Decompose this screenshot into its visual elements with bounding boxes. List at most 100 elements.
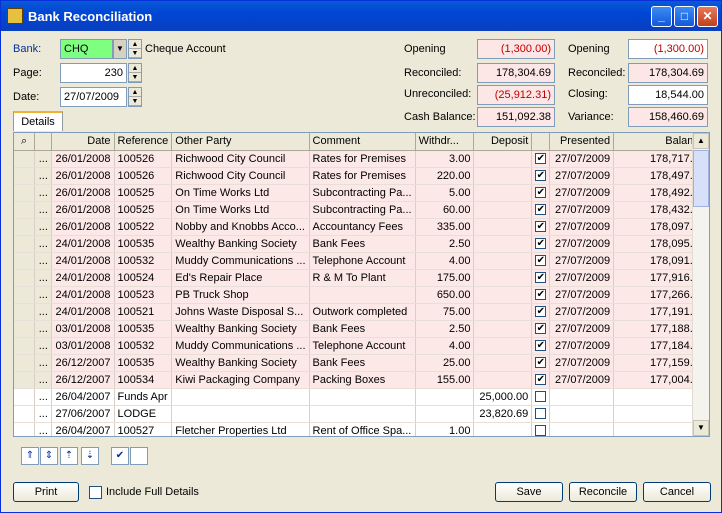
closing-balance-field[interactable]: 18,544.00	[628, 85, 708, 105]
presented-checkbox[interactable]: ✔	[535, 374, 547, 386]
row-selector[interactable]	[14, 269, 36, 287]
table-row[interactable]: ... 26/01/2008 100526 Richwood City Council…	[14, 167, 709, 185]
table-row[interactable]: ... 27/06/2007 LODGE 23,820.69	[14, 405, 709, 423]
presented-checkbox[interactable]: ✔	[535, 323, 547, 335]
row-selector[interactable]	[14, 371, 36, 389]
table-row[interactable]: ... 24/01/2008 100535 Wealthy Banking Socie…	[14, 235, 709, 253]
row-detail-button[interactable]: ...	[34, 320, 53, 338]
row-detail-button[interactable]: ...	[34, 150, 53, 168]
table-row[interactable]: ... 26/04/2007 100527 Fletcher Properties L…	[14, 422, 709, 436]
move-down-icon[interactable]: ⇡	[60, 447, 78, 465]
move-up-icon[interactable]: ⇕	[40, 447, 58, 465]
row-selector[interactable]	[14, 252, 36, 270]
row-detail-button[interactable]: ...	[34, 167, 53, 185]
presented-checkbox[interactable]: ✔	[535, 289, 547, 301]
row-selector[interactable]	[14, 388, 36, 406]
table-row[interactable]: ... 26/01/2008 100525 On Time Works Ltd Subc…	[14, 201, 709, 219]
row-detail-button[interactable]: ...	[34, 201, 53, 219]
row-detail-button[interactable]: ...	[34, 422, 53, 436]
table-row[interactable]: ... 24/01/2008 100532 Muddy Communications …	[14, 252, 709, 270]
date-field[interactable]: 27/07/2009	[60, 87, 127, 107]
tab-details[interactable]: Details	[13, 111, 63, 131]
uncheck-all-icon[interactable]	[130, 447, 148, 465]
save-button[interactable]: Save	[495, 482, 563, 502]
reconcile-button[interactable]: Reconcile	[569, 482, 637, 502]
date-spinner[interactable]: ▲ ▼	[128, 87, 142, 107]
row-selector[interactable]	[14, 320, 36, 338]
col-other-party[interactable]: Other Party	[171, 133, 310, 151]
presented-checkbox[interactable]: ✔	[535, 272, 547, 284]
row-detail-button[interactable]: ...	[34, 337, 53, 355]
col-date[interactable]: Date	[51, 133, 115, 151]
table-row[interactable]: ... 03/01/2008 100532 Muddy Communications …	[14, 337, 709, 355]
row-selector[interactable]	[14, 337, 36, 355]
maximize-button[interactable]: □	[674, 6, 695, 27]
col-comment[interactable]: Comment	[309, 133, 416, 151]
presented-checkbox[interactable]: ✔	[535, 221, 547, 233]
row-detail-button[interactable]: ...	[34, 252, 53, 270]
presented-checkbox[interactable]: ✔	[535, 187, 547, 199]
row-detail-button[interactable]: ...	[34, 388, 53, 406]
col-deposit[interactable]: Deposit	[473, 133, 533, 151]
scroll-up-icon[interactable]: ▲	[693, 133, 709, 149]
close-button[interactable]: ✕	[697, 6, 718, 27]
table-row[interactable]: ... 03/01/2008 100535 Wealthy Banking Socie…	[14, 320, 709, 338]
row-selector[interactable]	[14, 167, 36, 185]
table-row[interactable]: ... 24/01/2008 100523 PB Truck Shop 650.00 ✔ 2…	[14, 286, 709, 304]
table-row[interactable]: ... 26/04/2007 Funds Apr 25,000.00	[14, 388, 709, 406]
move-first-icon[interactable]: ⇑	[21, 447, 39, 465]
col-withdrawal[interactable]: Withdr...	[415, 133, 475, 151]
presented-checkbox[interactable]: ✔	[535, 153, 547, 165]
row-selector[interactable]	[14, 184, 36, 202]
presented-checkbox[interactable]: ✔	[535, 340, 547, 352]
row-detail-button[interactable]: ...	[34, 405, 53, 423]
cancel-button[interactable]: Cancel	[643, 482, 711, 502]
move-last-icon[interactable]: ⇣	[81, 447, 99, 465]
presented-checkbox[interactable]	[535, 425, 547, 436]
row-selector[interactable]	[14, 405, 36, 423]
presented-checkbox[interactable]: ✔	[535, 170, 547, 182]
row-detail-button[interactable]: ...	[34, 354, 53, 372]
col-reference[interactable]: Reference	[114, 133, 173, 151]
row-detail-button[interactable]: ...	[34, 269, 53, 287]
table-row[interactable]: ... 26/01/2008 100526 Richwood City Council…	[14, 150, 709, 168]
page-field[interactable]: 230	[60, 63, 127, 83]
row-selector[interactable]	[14, 201, 36, 219]
scroll-thumb[interactable]	[693, 150, 709, 207]
row-selector[interactable]	[14, 150, 36, 168]
table-row[interactable]: ... 24/01/2008 100521 Johns Waste Disposal …	[14, 303, 709, 321]
table-row[interactable]: ... 26/01/2008 100522 Nobby and Knobbs Acco…	[14, 218, 709, 236]
page-spinner[interactable]: ▲ ▼	[128, 63, 142, 83]
table-row[interactable]: ... 26/01/2008 100525 On Time Works Ltd Subc…	[14, 184, 709, 202]
scroll-down-icon[interactable]: ▼	[693, 420, 709, 436]
row-detail-button[interactable]: ...	[34, 286, 53, 304]
row-selector[interactable]	[14, 422, 36, 436]
row-selector[interactable]	[14, 354, 36, 372]
vertical-scrollbar[interactable]: ▲ ▼	[692, 133, 709, 436]
presented-checkbox[interactable]	[535, 391, 547, 403]
presented-checkbox[interactable]: ✔	[535, 238, 547, 250]
table-row[interactable]: ... 26/12/2007 100534 Kiwi Packaging Compan…	[14, 371, 709, 389]
presented-checkbox[interactable]: ✔	[535, 255, 547, 267]
bank-dropdown-button[interactable]: ▼	[113, 39, 127, 59]
row-detail-button[interactable]: ...	[34, 218, 53, 236]
presented-checkbox[interactable]	[535, 408, 547, 420]
print-button[interactable]: Print	[13, 482, 79, 502]
presented-checkbox[interactable]: ✔	[535, 306, 547, 318]
presented-checkbox[interactable]: ✔	[535, 357, 547, 369]
row-detail-button[interactable]: ...	[34, 235, 53, 253]
check-all-icon[interactable]: ✔	[111, 447, 129, 465]
find-icon[interactable]: ⌕	[14, 133, 36, 151]
bank-code-field[interactable]: CHQ	[60, 39, 113, 59]
row-selector[interactable]	[14, 303, 36, 321]
col-presented[interactable]: Presented	[549, 133, 615, 151]
presented-checkbox[interactable]: ✔	[535, 204, 547, 216]
row-selector[interactable]	[14, 235, 36, 253]
row-selector[interactable]	[14, 218, 36, 236]
include-full-details-checkbox[interactable]	[89, 486, 102, 499]
bank-spinner[interactable]: ▲ ▼	[128, 39, 142, 59]
row-selector[interactable]	[14, 286, 36, 304]
table-row[interactable]: ... 24/01/2008 100524 Ed's Repair Place R & …	[14, 269, 709, 287]
table-row[interactable]: ... 26/12/2007 100535 Wealthy Banking Socie…	[14, 354, 709, 372]
row-detail-button[interactable]: ...	[34, 303, 53, 321]
